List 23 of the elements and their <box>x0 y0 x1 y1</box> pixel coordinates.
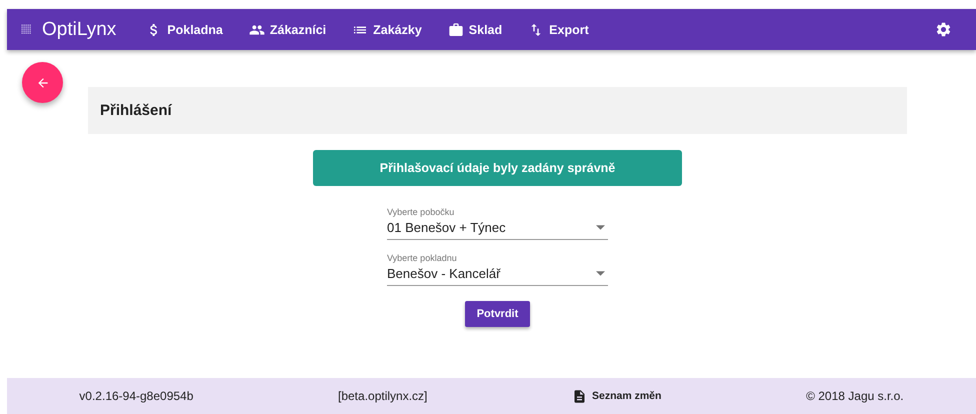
app-brand[interactable]: OptiLynx <box>42 18 116 40</box>
document-icon <box>572 388 587 404</box>
copyright-text: © 2018 Jagu s.r.o. <box>806 389 904 403</box>
nav-link[interactable]: Zákazníci <box>248 22 326 38</box>
back-button[interactable] <box>22 62 63 103</box>
apps-grid-icon[interactable] <box>21 24 32 35</box>
select-field[interactable]: Vyberte pokladnu Benešov - Kancelář <box>387 253 608 286</box>
settings-icon[interactable] <box>935 21 952 38</box>
version-text: v0.2.16-94-g8e0954b <box>79 389 194 403</box>
confirm-button[interactable]: Potvrdit <box>465 301 530 327</box>
nav-link[interactable]: Zakázky <box>352 22 422 38</box>
nav-link[interactable]: Export <box>528 22 589 38</box>
nav-link[interactable]: Pokladna <box>146 22 223 38</box>
arrow-left-icon <box>36 76 50 90</box>
page-title: Přihlášení <box>100 102 172 119</box>
briefcase-icon <box>448 22 464 38</box>
changelog-link[interactable]: Seznam změn <box>572 388 662 404</box>
host-text: [beta.optilynx.cz] <box>338 389 428 403</box>
nav-link[interactable]: Sklad <box>448 22 502 38</box>
select-field[interactable]: Vyberte pobočku 01 Benešov + Týnec <box>387 207 608 240</box>
success-alert: Přihlašovací údaje byly zadány správně <box>313 150 682 186</box>
caret-icon <box>596 271 605 276</box>
caret-icon <box>596 225 605 230</box>
